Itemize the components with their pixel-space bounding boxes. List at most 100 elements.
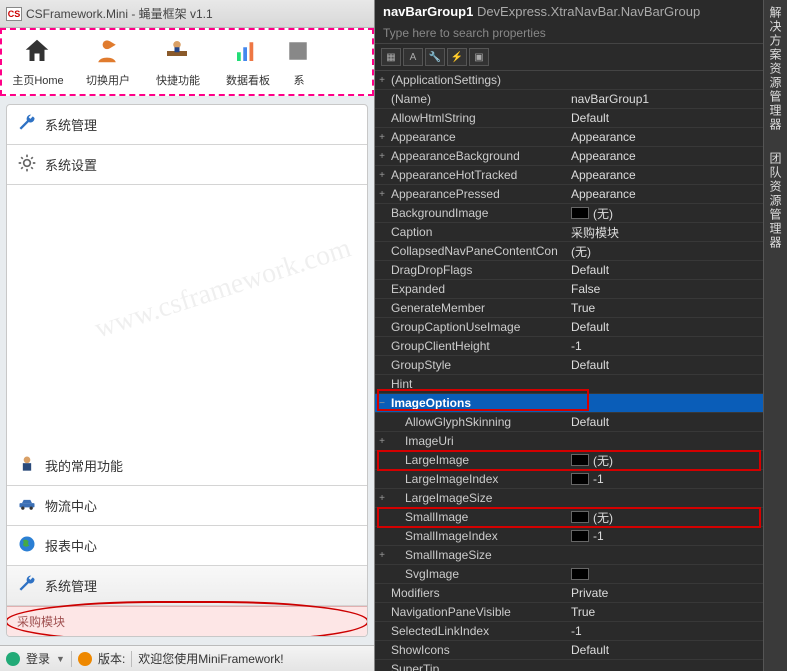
status-login[interactable]: 登录	[26, 650, 50, 667]
pg-row-Hint[interactable]: Hint	[375, 375, 787, 394]
property-grid-panel: navBarGroup1 DevExpress.XtraNavBar.NavBa…	[375, 0, 787, 671]
pg-row-SvgImage[interactable]: SvgImage	[375, 565, 787, 584]
window-title: CSFramework.Mini - 蝇量框架 v1.1	[26, 5, 213, 22]
toolbar-desk-button[interactable]: 快捷功能	[144, 32, 212, 92]
desk-icon	[162, 36, 194, 68]
app-logo: CS	[6, 7, 22, 21]
pg-row-Modifiers[interactable]: ModifiersPrivate	[375, 584, 787, 603]
pg-row-Appearance[interactable]: +AppearanceAppearance	[375, 128, 787, 147]
pg-row-LargeImage[interactable]: LargeImage(无)	[375, 451, 787, 470]
events-icon[interactable]: ⚡	[447, 48, 467, 66]
color-swatch	[571, 511, 589, 523]
pg-row-Caption[interactable]: Caption采购模块	[375, 223, 787, 242]
pg-header: navBarGroup1 DevExpress.XtraNavBar.NavBa…	[375, 0, 787, 23]
wrench-icon	[17, 113, 37, 136]
pg-row-SmallImageIndex[interactable]: SmallImageIndex-1	[375, 527, 787, 546]
expander-icon[interactable]: −	[375, 398, 389, 409]
wrench-icon	[17, 574, 37, 597]
pg-row-SelectedLinkIndex[interactable]: SelectedLinkIndex-1	[375, 622, 787, 641]
pg-row-SuperTip[interactable]: SuperTip	[375, 660, 787, 671]
nav-top: 系统管理系统设置	[7, 105, 367, 185]
nav-item-car[interactable]: 物流中心	[7, 486, 367, 526]
color-swatch	[571, 568, 589, 580]
color-swatch	[571, 473, 589, 485]
pg-row-BackgroundImage[interactable]: BackgroundImage(无)	[375, 204, 787, 223]
alphabetical-icon[interactable]: A	[403, 48, 423, 66]
toolbar-chart-button[interactable]: 数据看板	[214, 32, 282, 92]
nav-footer[interactable]: 采购模块	[7, 606, 367, 636]
pg-row-DragDropFlags[interactable]: DragDropFlagsDefault	[375, 261, 787, 280]
pg-row-GroupCaptionUseImage[interactable]: GroupCaptionUseImageDefault	[375, 318, 787, 337]
car-icon	[17, 494, 37, 517]
pg-row-LargeImageSize[interactable]: +LargeImageSize	[375, 489, 787, 508]
expander-icon[interactable]: +	[375, 189, 389, 200]
pg-row-AppearanceHotTracked[interactable]: +AppearanceHotTrackedAppearance	[375, 166, 787, 185]
watermark: www.csframework.com	[91, 233, 355, 346]
expander-icon[interactable]: +	[375, 170, 389, 181]
extra-icon[interactable]: ▣	[469, 48, 489, 66]
expander-icon[interactable]: +	[375, 550, 389, 561]
toolbar-more-button[interactable]: 系	[284, 32, 314, 92]
pg-row-SmallImage[interactable]: SmallImage(无)	[375, 508, 787, 527]
pg-rows: +(ApplicationSettings)(Name)navBarGroup1…	[375, 71, 787, 671]
nav-panel: 系统管理系统设置 www.csframework.com 我的常用功能物流中心报…	[6, 104, 368, 637]
separator	[131, 651, 132, 667]
pg-row-ShowIcons[interactable]: ShowIconsDefault	[375, 641, 787, 660]
toolbar-home-button[interactable]: 主页Home	[4, 32, 72, 92]
nav-footer-label: 采购模块	[17, 615, 65, 629]
dropdown-icon[interactable]: ▼	[56, 654, 65, 664]
properties-icon[interactable]: 🔧	[425, 48, 445, 66]
color-swatch	[571, 207, 589, 219]
expander-icon[interactable]: +	[375, 436, 389, 447]
status-version[interactable]: 版本:	[98, 650, 125, 667]
more-icon	[283, 36, 315, 68]
pg-row-AppearancePressed[interactable]: +AppearancePressedAppearance	[375, 185, 787, 204]
pg-row-GroupStyle[interactable]: GroupStyleDefault	[375, 356, 787, 375]
pg-row-SmallImageSize[interactable]: +SmallImageSize	[375, 546, 787, 565]
expander-icon[interactable]: +	[375, 493, 389, 504]
expander-icon[interactable]: +	[375, 151, 389, 162]
globe-icon	[17, 534, 37, 557]
app-body: 系统管理系统设置 www.csframework.com 我的常用功能物流中心报…	[0, 96, 374, 645]
side-tabs: 解决方案资源管理器团队资源管理器	[763, 0, 787, 671]
nav-item-gear[interactable]: 系统设置	[7, 145, 367, 185]
pg-row-Expanded[interactable]: ExpandedFalse	[375, 280, 787, 299]
pg-search-input[interactable]: Type here to search properties	[375, 23, 787, 44]
chart-icon	[232, 36, 264, 68]
titlebar: CS CSFramework.Mini - 蝇量框架 v1.1	[0, 0, 374, 28]
pg-row-AllowGlyphSkinning[interactable]: AllowGlyphSkinningDefault	[375, 413, 787, 432]
pg-row-ImageOptions[interactable]: −ImageOptions	[375, 394, 787, 413]
user-icon	[92, 36, 124, 68]
pg-row-ApplicationSettings[interactable]: +(ApplicationSettings)	[375, 71, 787, 90]
pg-row-Name[interactable]: (Name)navBarGroup1	[375, 90, 787, 109]
status-welcome: 欢迎您使用MiniFramework!	[138, 650, 283, 667]
nav-item-person[interactable]: 我的常用功能	[7, 446, 367, 486]
pg-row-NavigationPaneVisible[interactable]: NavigationPaneVisibleTrue	[375, 603, 787, 622]
expander-icon[interactable]: +	[375, 132, 389, 143]
expander-icon[interactable]: +	[375, 75, 389, 86]
color-swatch	[571, 454, 589, 466]
statusbar: 登录 ▼ 版本: 欢迎您使用MiniFramework!	[0, 645, 374, 671]
pg-row-GroupClientHeight[interactable]: GroupClientHeight-1	[375, 337, 787, 356]
toolbar-user-button[interactable]: 切换用户	[74, 32, 142, 92]
pg-row-GenerateMember[interactable]: GenerateMemberTrue	[375, 299, 787, 318]
side-tab[interactable]: 解决方案资源管理器	[767, 6, 784, 132]
pg-row-AppearanceBackground[interactable]: +AppearanceBackgroundAppearance	[375, 147, 787, 166]
user-icon	[6, 652, 20, 666]
color-swatch	[571, 530, 589, 542]
person-icon	[17, 454, 37, 477]
pg-row-ImageUri[interactable]: +ImageUri	[375, 432, 787, 451]
nav-item-wrench[interactable]: 系统管理	[7, 105, 367, 145]
categorized-icon[interactable]: ▦	[381, 48, 401, 66]
home-icon	[22, 36, 54, 68]
pg-row-CollapsedNavPaneContentCon[interactable]: CollapsedNavPaneContentCon(无)	[375, 242, 787, 261]
app-window: CS CSFramework.Mini - 蝇量框架 v1.1 主页Home切换…	[0, 0, 375, 671]
side-tab[interactable]: 团队资源管理器	[767, 152, 784, 250]
nav-item-globe[interactable]: 报表中心	[7, 526, 367, 566]
nav-bottom: 我的常用功能物流中心报表中心系统管理	[7, 446, 367, 606]
pg-object-name: navBarGroup1	[383, 4, 473, 19]
nav-item-wrench[interactable]: 系统管理	[7, 566, 367, 606]
pg-row-LargeImageIndex[interactable]: LargeImageIndex-1	[375, 470, 787, 489]
pg-row-AllowHtmlString[interactable]: AllowHtmlStringDefault	[375, 109, 787, 128]
version-icon	[78, 652, 92, 666]
